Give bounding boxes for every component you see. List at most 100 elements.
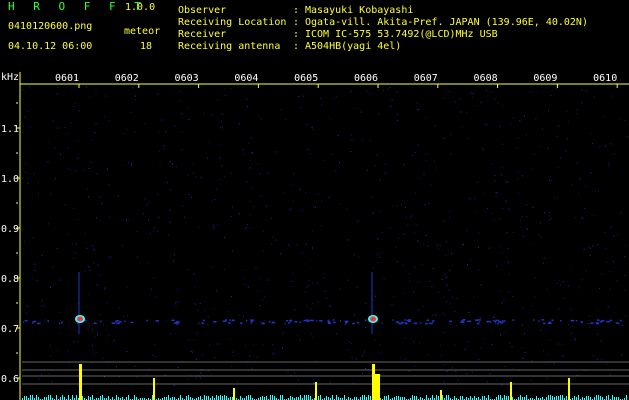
noise-speck — [221, 165, 223, 167]
noise-speck — [311, 303, 313, 305]
carrier-speck — [333, 321, 336, 324]
noise-speck — [604, 232, 606, 233]
noise-speck — [491, 163, 493, 165]
noise-speck — [508, 208, 510, 210]
noise-speck — [174, 302, 176, 304]
noise-speck — [106, 340, 108, 342]
noise-speck — [624, 289, 626, 291]
noise-speck — [506, 232, 508, 234]
noise-speck — [562, 297, 564, 299]
noise-speck — [266, 219, 268, 221]
noise-speck — [296, 244, 298, 245]
noise-speck — [566, 138, 568, 140]
noise-speck — [329, 154, 331, 156]
noise-speck — [542, 91, 544, 93]
noise-speck — [249, 201, 251, 203]
noise-speck — [197, 309, 199, 311]
carrier-speck — [344, 320, 349, 323]
noise-speck — [314, 360, 316, 362]
noise-speck — [108, 184, 110, 186]
noise-speck — [284, 119, 286, 121]
noise-speck — [271, 217, 273, 219]
spectrogram-panel: 0601 0602 0603 0604 0605 0606 0607 0608 0609 0610… — [0, 72, 629, 400]
noise-speck — [260, 195, 262, 197]
activity-bar-small — [208, 396, 209, 400]
noise-speck — [153, 230, 155, 232]
noise-speck — [350, 151, 352, 152]
noise-speck — [86, 247, 88, 249]
noise-speck — [25, 162, 27, 164]
noise-speck — [425, 160, 427, 162]
noise-speck — [487, 95, 489, 97]
noise-speck — [466, 373, 468, 375]
noise-speck — [571, 184, 573, 186]
noise-speck — [163, 148, 165, 150]
activity-bar-small — [30, 395, 31, 400]
noise-speck — [174, 254, 176, 256]
noise-speck — [203, 322, 205, 324]
noise-speck — [548, 219, 550, 221]
noise-speck — [530, 91, 532, 93]
activity-bar-small — [274, 396, 275, 400]
noise-speck — [312, 336, 314, 338]
noise-speck — [391, 227, 392, 229]
noise-speck — [177, 301, 178, 303]
carrier-speck — [286, 320, 289, 322]
noise-speck — [423, 173, 425, 175]
carrier-speck — [477, 319, 481, 321]
noise-speck — [499, 290, 501, 292]
noise-speck — [339, 161, 340, 163]
noise-speck — [47, 322, 49, 324]
activity-bar-small — [36, 395, 37, 400]
noise-speck — [74, 170, 76, 172]
activity-bar-small — [240, 396, 241, 400]
noise-speck — [549, 180, 550, 182]
noise-speck — [403, 164, 405, 166]
noise-speck — [439, 344, 441, 346]
carrier-speck — [619, 319, 622, 322]
noise-speck — [574, 339, 576, 341]
carrier-speck — [344, 322, 347, 325]
noise-speck — [243, 153, 245, 155]
carrier-speck — [93, 322, 97, 324]
noise-speck — [347, 349, 349, 351]
carrier-speck — [327, 319, 330, 322]
noise-speck — [347, 279, 349, 281]
noise-speck — [414, 152, 416, 153]
noise-speck — [612, 261, 614, 263]
noise-speck — [517, 172, 519, 174]
carrier-speck — [155, 320, 159, 322]
noise-speck — [32, 236, 34, 238]
meteor-label: meteor — [124, 26, 161, 37]
x-tick-label: 0607 — [414, 73, 438, 84]
noise-speck — [47, 223, 49, 225]
noise-speck — [400, 357, 402, 359]
noise-speck — [621, 321, 623, 323]
noise-speck — [599, 146, 601, 148]
noise-speck — [75, 243, 77, 245]
noise-speck — [545, 363, 547, 365]
noise-speck — [426, 354, 428, 356]
noise-speck — [466, 112, 467, 114]
activity-bar-peak — [315, 382, 317, 400]
activity-bar-small — [508, 396, 509, 400]
activity-bar-small — [318, 396, 319, 400]
noise-speck — [614, 311, 615, 313]
noise-speck — [74, 252, 76, 254]
noise-speck — [353, 314, 355, 316]
carrier-speck — [119, 321, 122, 323]
noise-speck — [485, 89, 487, 91]
noise-speck — [323, 159, 325, 161]
noise-speck — [408, 370, 410, 372]
carrier-speck — [596, 319, 600, 321]
carrier-speck — [115, 321, 117, 324]
carrier-speck — [432, 320, 435, 322]
noise-speck — [402, 264, 404, 266]
activity-bar-small — [432, 395, 433, 400]
noise-speck — [104, 287, 106, 289]
y-tick-label: 0.9 — [1, 224, 19, 235]
noise-speck — [200, 377, 202, 379]
activity-bar-small — [134, 395, 135, 400]
noise-speck — [456, 324, 458, 326]
noise-speck — [355, 358, 357, 360]
